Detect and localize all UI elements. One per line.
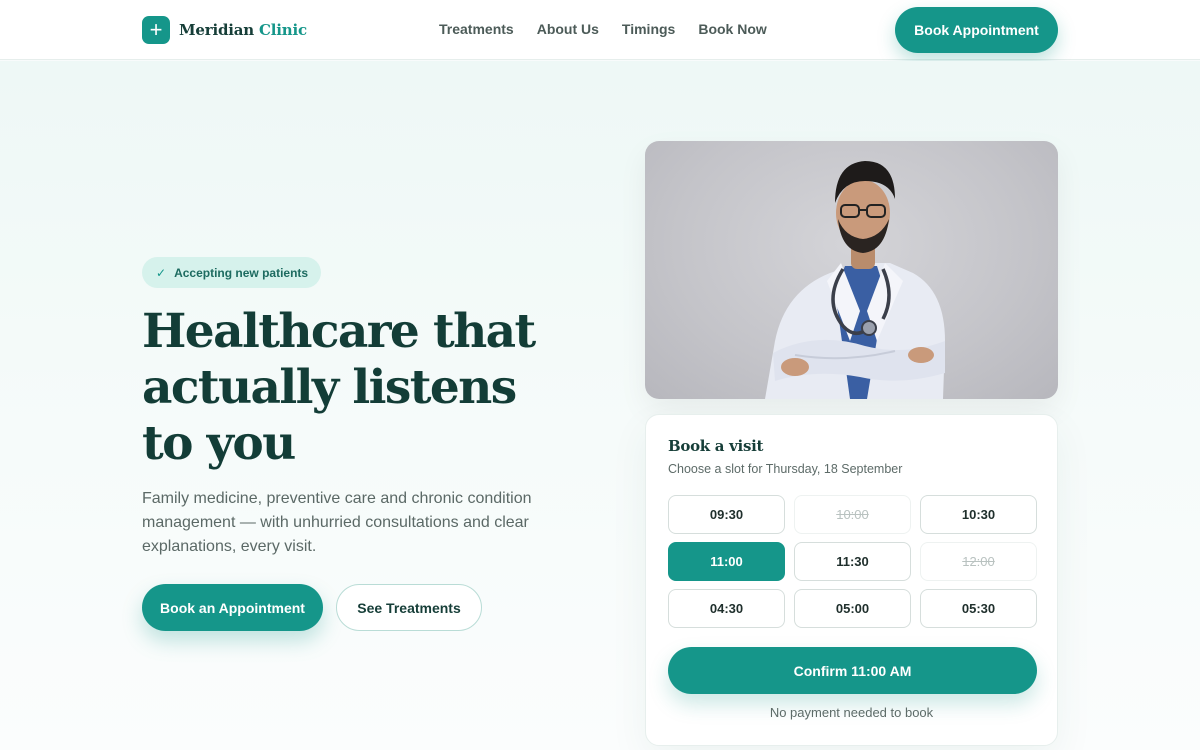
time-slot: 10:00 (794, 495, 911, 534)
time-slot[interactable]: 04:30 (668, 589, 785, 628)
nav-link-treatments[interactable]: Treatments (439, 21, 514, 37)
main-nav: Treatments About Us Timings Book Now (439, 21, 790, 37)
brand-name: Meridian Clinic (179, 21, 307, 39)
doctor-photo (645, 141, 1058, 399)
site-header: + Meridian Clinic Treatments About Us Ti… (0, 0, 1200, 60)
time-slot[interactable]: 09:30 (668, 495, 785, 534)
brand-name-primary: Meridian (179, 21, 254, 39)
see-treatments-button[interactable]: See Treatments (336, 584, 482, 631)
time-slot[interactable]: 10:30 (920, 495, 1037, 534)
booking-card: Book a visit Choose a slot for Thursday,… (645, 414, 1058, 746)
confirm-booking-button[interactable]: Confirm 11:00 AM (668, 647, 1037, 694)
nav-link-book-now[interactable]: Book Now (698, 21, 766, 37)
nav-link-about-us[interactable]: About Us (537, 21, 599, 37)
check-icon: ✓ (156, 265, 167, 280)
hero-subtext: Family medicine, preventive care and chr… (142, 490, 532, 555)
plus-icon: + (142, 16, 170, 44)
time-slot[interactable]: 05:00 (794, 589, 911, 628)
booking-subtitle: Choose a slot for Thursday, 18 September (668, 462, 903, 476)
time-slot[interactable]: 11:30 (794, 542, 911, 581)
badge-text: Accepting new patients (174, 265, 309, 280)
time-slot[interactable]: 05:30 (920, 589, 1037, 628)
time-slot-grid: 09:30 10:00 10:30 11:00 11:30 12:00 04:3… (668, 495, 1037, 628)
nav-link-timings[interactable]: Timings (622, 21, 675, 37)
header-book-appointment-button[interactable]: Book Appointment (895, 7, 1058, 53)
book-appointment-button[interactable]: Book an Appointment (142, 584, 323, 631)
hero-headline: Healthcare that actually listens to you (142, 304, 536, 471)
brand-name-accent: Clinic (259, 21, 307, 39)
logo[interactable]: + Meridian Clinic (142, 16, 307, 44)
status-badge: ✓ Accepting new patients (142, 257, 322, 288)
booking-note: No payment needed to book (769, 705, 934, 720)
time-slot[interactable]: 11:00 (668, 542, 785, 581)
booking-title: Book a visit (668, 437, 764, 455)
time-slot: 12:00 (920, 542, 1037, 581)
